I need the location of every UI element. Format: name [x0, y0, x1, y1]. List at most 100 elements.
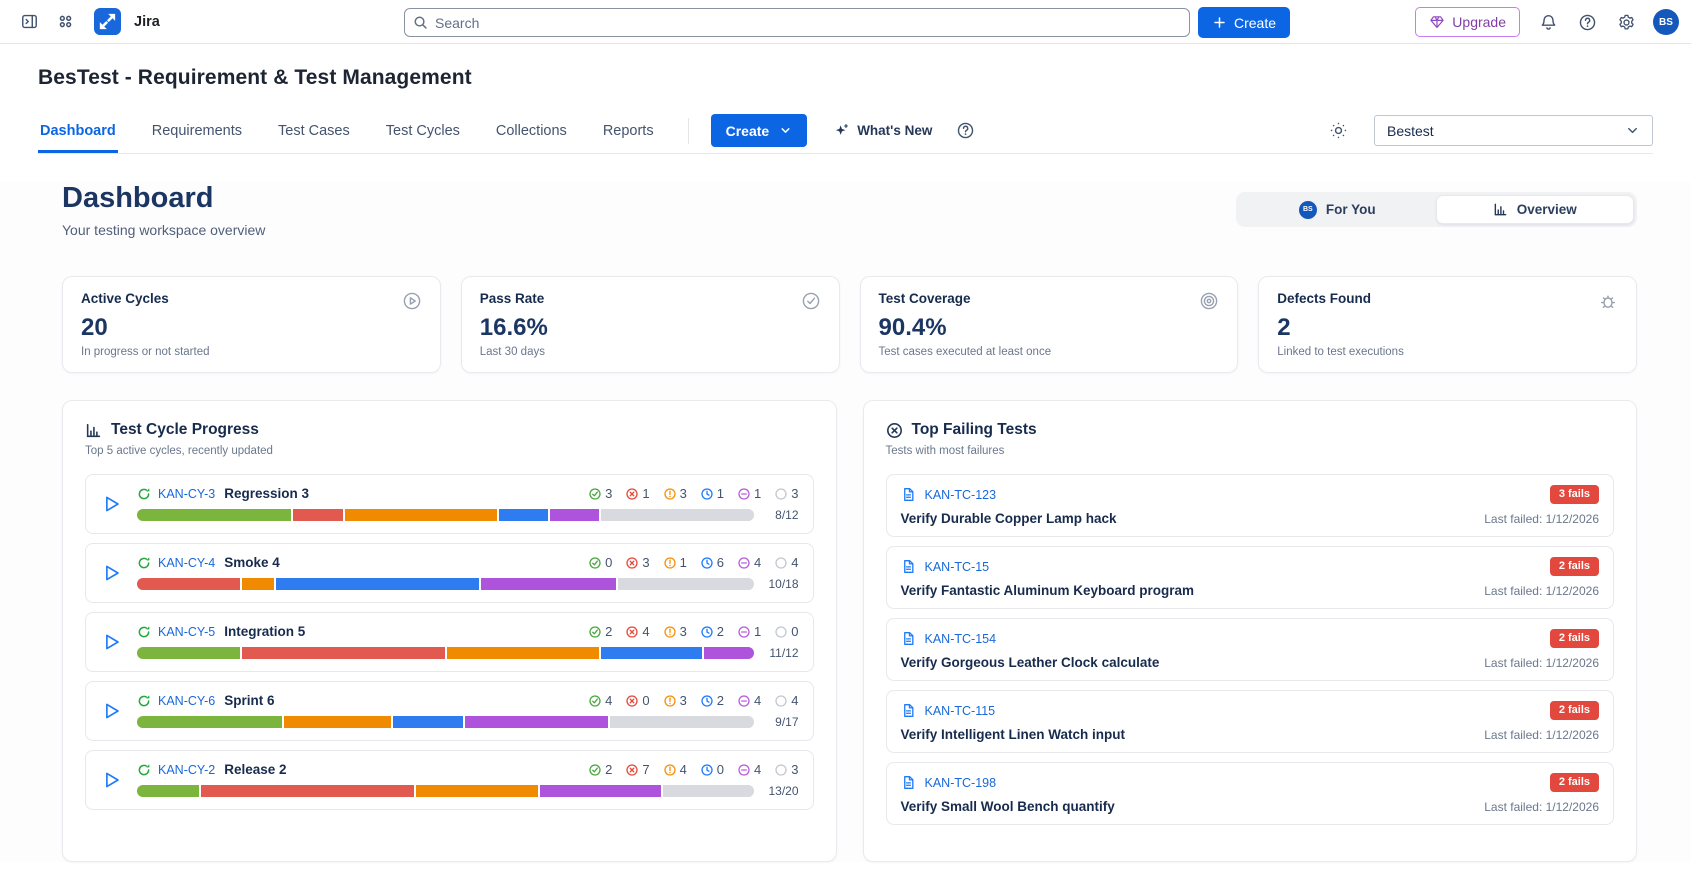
toggle-for-you[interactable]: BS For You	[1239, 195, 1436, 224]
test-case-key-link[interactable]: KAN-TC-154	[925, 632, 997, 646]
upgrade-button[interactable]: Upgrade	[1415, 7, 1520, 37]
executed-ratio: 8/12	[775, 508, 799, 522]
progress-segment-not_run	[608, 716, 754, 728]
status-failed-icon	[625, 487, 639, 501]
status-not_run-icon	[774, 487, 788, 501]
progress-segment-failed	[137, 578, 240, 590]
status-blocked-icon	[663, 763, 677, 777]
test-case-key-link[interactable]: KAN-TC-115	[925, 704, 996, 718]
cycle-key-link[interactable]: KAN-CY-3	[158, 487, 215, 501]
bar-chart-icon	[1493, 202, 1508, 217]
test-cycle-progress-panel: Test Cycle Progress Top 5 active cycles,…	[62, 400, 837, 862]
user-avatar[interactable]: BS	[1653, 9, 1679, 35]
status-count-passed: 3	[588, 486, 612, 501]
dashboard-title: Dashboard	[62, 182, 214, 214]
tab-requirements[interactable]: Requirements	[150, 108, 244, 153]
status-count-in_progress: 1	[700, 486, 724, 501]
progress-segment-in_progress	[390, 716, 464, 728]
progress-segment-passed	[137, 785, 199, 797]
test-cycle-row[interactable]: KAN-CY-5 Integration 5 243210 11/12	[85, 612, 814, 672]
settings-button[interactable]	[1611, 7, 1641, 37]
notifications-button[interactable]	[1533, 7, 1563, 37]
status-in_progress-icon	[700, 625, 714, 639]
test-cycle-row[interactable]: KAN-CY-4 Smoke 4 031644 10/18	[85, 543, 814, 603]
gem-icon	[1429, 14, 1445, 30]
run-cycle-button[interactable]	[100, 769, 122, 791]
status-counts: 031644	[588, 555, 799, 570]
tab-collections[interactable]: Collections	[494, 108, 569, 153]
status-count-failed: 4	[625, 624, 650, 639]
status-passed-icon	[588, 763, 602, 777]
test-cycle-row[interactable]: KAN-CY-2 Release 2 274043 13/20	[85, 750, 814, 810]
run-cycle-button[interactable]	[100, 493, 122, 515]
failing-test-row[interactable]: KAN-TC-115 2 fails Verify Intelligent Li…	[885, 690, 1614, 753]
status-in_progress-icon	[700, 763, 714, 777]
chevron-down-icon	[779, 124, 792, 137]
cycle-key-link[interactable]: KAN-CY-6	[158, 694, 215, 708]
app-switcher-button[interactable]	[50, 7, 80, 37]
tab-reports[interactable]: Reports	[601, 108, 656, 153]
status-blocked-icon	[663, 694, 677, 708]
cycle-name: Sprint 6	[224, 693, 275, 708]
tab-bar: Dashboard Requirements Test Cases Test Cycl…	[38, 108, 1653, 154]
test-case-key-link[interactable]: KAN-TC-198	[925, 776, 997, 790]
stat-title: Defects Found	[1277, 291, 1372, 306]
global-create-button[interactable]: Create	[1198, 7, 1291, 38]
help-button[interactable]	[1572, 7, 1602, 37]
status-count-blocked: 3	[663, 693, 687, 708]
run-cycle-button[interactable]	[100, 631, 122, 653]
sidebar-toggle-button[interactable]	[14, 7, 44, 37]
tab-help-icon[interactable]	[956, 121, 975, 140]
failing-test-row[interactable]: KAN-TC-198 2 fails Verify Small Wool Ben…	[885, 762, 1614, 825]
status-count-in_progress: 2	[700, 624, 724, 639]
status-count-skipped: 1	[737, 624, 761, 639]
test-case-title: Verify Small Wool Bench quantify	[900, 799, 1115, 814]
whats-new-link[interactable]: What's New	[833, 122, 932, 139]
cycle-name: Regression 3	[224, 486, 309, 501]
cycle-key-link[interactable]: KAN-CY-5	[158, 625, 215, 639]
tab-test-cycles[interactable]: Test Cycles	[384, 108, 462, 153]
failing-test-row[interactable]: KAN-TC-15 2 fails Verify Fantastic Alumi…	[885, 546, 1614, 609]
cycle-key-link[interactable]: KAN-CY-2	[158, 763, 215, 777]
status-count-not_run: 4	[774, 555, 799, 570]
refresh-icon	[137, 694, 151, 708]
failing-test-row[interactable]: KAN-TC-154 2 fails Verify Gorgeous Leath…	[885, 618, 1614, 681]
tab-test-cases[interactable]: Test Cases	[276, 108, 352, 153]
test-cycle-row[interactable]: KAN-CY-3 Regression 3 313113 8/12	[85, 474, 814, 534]
last-failed-label: Last failed: 1/12/2026	[1484, 584, 1599, 598]
progress-segment-blocked	[239, 578, 274, 590]
run-cycle-button[interactable]	[100, 562, 122, 584]
target-icon	[1199, 291, 1219, 311]
test-case-key-link[interactable]: KAN-TC-15	[925, 560, 990, 574]
search-input[interactable]	[404, 8, 1190, 37]
stat-card: Test Coverage 90.4% Test cases executed …	[859, 276, 1239, 373]
cycle-key-link[interactable]: KAN-CY-4	[158, 556, 215, 570]
test-case-title: Verify Durable Copper Lamp hack	[900, 511, 1117, 526]
create-dropdown-button[interactable]: Create	[710, 114, 808, 147]
theme-toggle-icon[interactable]	[1329, 121, 1348, 140]
status-skipped-icon	[737, 625, 751, 639]
test-case-title: Verify Intelligent Linen Watch input	[900, 727, 1126, 742]
status-count-failed: 3	[625, 555, 650, 570]
workspace-select[interactable]: Bestest	[1374, 115, 1653, 146]
progress-segment-failed	[239, 647, 446, 659]
panel-title: Test Cycle Progress	[111, 421, 259, 438]
status-in_progress-icon	[700, 556, 714, 570]
test-case-title: Verify Fantastic Aluminum Keyboard progr…	[900, 583, 1195, 598]
test-case-key-link[interactable]: KAN-TC-123	[925, 488, 997, 502]
toggle-overview[interactable]: Overview	[1435, 195, 1634, 224]
status-blocked-icon	[663, 625, 677, 639]
status-blocked-icon	[663, 556, 677, 570]
failing-test-row[interactable]: KAN-TC-123 3 fails Verify Durable Copper…	[885, 474, 1614, 537]
tab-dashboard[interactable]: Dashboard	[38, 108, 118, 153]
stat-card: Pass Rate 16.6% Last 30 days	[460, 276, 840, 373]
progress-segment-skipped	[548, 509, 600, 521]
refresh-icon	[137, 625, 151, 639]
status-skipped-icon	[737, 763, 751, 777]
search-icon	[413, 15, 428, 30]
run-cycle-button[interactable]	[100, 700, 122, 722]
progress-segment-failed	[198, 785, 415, 797]
test-cycle-row[interactable]: KAN-CY-6 Sprint 6 403244 9/17	[85, 681, 814, 741]
chevron-down-icon	[1625, 123, 1640, 138]
status-count-in_progress: 6	[700, 555, 724, 570]
